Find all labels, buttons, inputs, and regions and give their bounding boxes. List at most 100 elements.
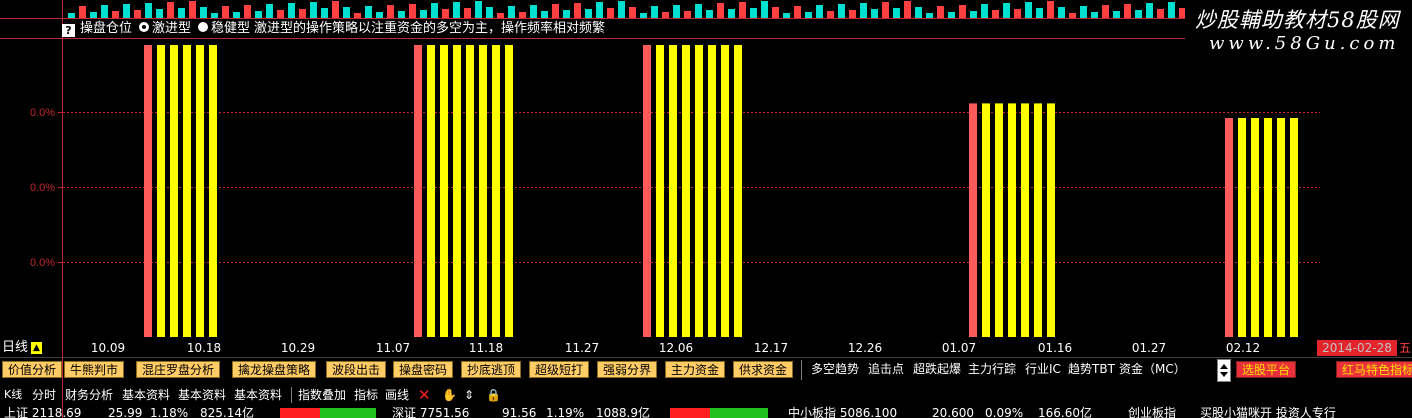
- upper-pane-bar: [178, 8, 185, 19]
- upper-pane-bar: [398, 11, 405, 19]
- bar-yellow: [1008, 103, 1016, 338]
- btn-band-attack[interactable]: 波段出击: [326, 361, 387, 378]
- upper-pane-bar: [750, 8, 757, 19]
- status-sh-index[interactable]: 上证 2118.69: [4, 406, 81, 418]
- link-trend-tbt[interactable]: 趋势TBT: [1068, 361, 1115, 378]
- btn-strength-divide[interactable]: 强弱分界: [597, 361, 658, 378]
- upper-pane-bar: [123, 4, 130, 19]
- upper-pane-bar: [849, 10, 856, 19]
- btn-super-short[interactable]: 超级短打: [529, 361, 590, 378]
- upper-pane-bar: [1135, 10, 1142, 19]
- market-status-bar: 上证 2118.69 25.99 1.18% 825.14亿 深证 7751.5…: [0, 406, 1412, 418]
- tab-profile-3[interactable]: 基本资料: [234, 384, 282, 406]
- upper-pane-bar: [871, 9, 878, 19]
- tab-intraday[interactable]: 分时: [32, 384, 56, 406]
- upper-pane-bar: [893, 8, 900, 19]
- close-icon[interactable]: ✕: [418, 384, 431, 406]
- upper-pane-bar: [695, 4, 702, 19]
- tab-profile-2[interactable]: 基本资料: [178, 384, 226, 406]
- upper-pane-bar: [1179, 8, 1185, 19]
- hand-icon[interactable]: ✋: [442, 384, 457, 406]
- status-sz-change: 91.56: [502, 406, 537, 418]
- upper-pane-bar: [728, 9, 735, 19]
- tab-finance[interactable]: 财务分析: [65, 384, 113, 406]
- tab-kline[interactable]: K线: [4, 384, 22, 406]
- upper-pane-bar: [1025, 2, 1032, 19]
- upper-pane-bars: [0, 1, 1185, 19]
- help-icon[interactable]: ?: [62, 24, 75, 37]
- upper-pane-bar: [299, 9, 306, 19]
- indicator-description: 激进型的操作策略以注重资金的多空为主，操作频率相对频繁: [254, 21, 606, 36]
- tool-indicator[interactable]: 指标: [354, 384, 378, 406]
- status-sme-index[interactable]: 中小板指 5086.100: [788, 406, 897, 418]
- y-tick-label: 0.0%: [30, 107, 55, 119]
- upper-pane-bar: [651, 6, 658, 19]
- x-tick-label: 11.18: [468, 341, 504, 355]
- upper-pane-bar: [90, 12, 97, 19]
- status-gem-index[interactable]: 创业板指: [1128, 406, 1176, 418]
- bar-yellow: [157, 45, 165, 337]
- toolbar-scroll-icon[interactable]: [1217, 359, 1231, 382]
- x-tick-label: 01.07: [941, 341, 977, 355]
- upper-pane-bar: [1014, 9, 1021, 19]
- btn-compass-analysis[interactable]: 混庄罗盘分析: [136, 361, 221, 378]
- btn-bull-bear[interactable]: 牛熊判市: [64, 361, 125, 378]
- x-tick-label: 01.16: [1037, 341, 1073, 355]
- link-chase-point[interactable]: 追击点: [868, 361, 904, 378]
- upper-pane-bar: [266, 4, 273, 19]
- upper-pane-bar: [200, 7, 207, 19]
- link-long-short-trend[interactable]: 多空趋势: [811, 361, 859, 378]
- upper-pane-bar: [915, 7, 922, 19]
- link-funds-mc[interactable]: 资金（MC）: [1119, 361, 1186, 378]
- status-sz-index[interactable]: 深证 7751.56: [392, 406, 469, 418]
- upper-pane-bar: [134, 10, 141, 19]
- bar-red: [969, 103, 977, 338]
- link-industry-ic[interactable]: 行业IC: [1025, 361, 1061, 378]
- upper-pane-bar: [937, 6, 944, 19]
- upper-pane-bar: [574, 3, 581, 19]
- x-tick-label: 12.17: [753, 341, 789, 355]
- upper-pane-bar: [79, 6, 86, 19]
- radio-aggressive-icon[interactable]: [138, 21, 151, 33]
- bar-yellow: [479, 45, 487, 337]
- radio-stable-label[interactable]: 稳健型: [211, 21, 250, 36]
- bar-yellow: [1047, 103, 1055, 338]
- btn-stock-picker[interactable]: 选股平台: [1236, 361, 1297, 378]
- upper-pane-bar: [662, 12, 669, 19]
- position-bar-chart[interactable]: 0.0% 0.0% 0.0%: [0, 39, 1320, 339]
- upper-pane-bar: [1146, 3, 1153, 19]
- radio-aggressive-label[interactable]: 激进型: [152, 21, 191, 36]
- btn-value-analysis[interactable]: 价值分析: [2, 361, 63, 378]
- link-oversold-burst[interactable]: 超跌起爆: [913, 361, 961, 378]
- upper-pane-bar: [1113, 11, 1120, 19]
- period-label[interactable]: 日线: [2, 339, 28, 357]
- upper-pane-bar: [442, 9, 449, 19]
- btn-dragon-strategy[interactable]: 擒龙操盘策略: [232, 361, 317, 378]
- bar-yellow: [1238, 118, 1246, 337]
- btn-supply-funds[interactable]: 供求资金: [733, 361, 794, 378]
- upper-pane-bar: [244, 5, 251, 19]
- bar-yellow: [995, 103, 1003, 338]
- period-toggle-icon[interactable]: ▲: [31, 342, 42, 354]
- status-sme-pct: 0.09%: [985, 406, 1024, 418]
- upper-pane-bar: [453, 2, 460, 19]
- lock-icon[interactable]: 🔒: [486, 384, 501, 406]
- btn-special-indicators[interactable]: 红马特色指标▲: [1336, 361, 1412, 378]
- btn-trading-code[interactable]: 操盘密码: [393, 361, 454, 378]
- bar-yellow: [427, 45, 435, 337]
- btn-main-funds[interactable]: 主力资金: [665, 361, 726, 378]
- upper-pane-bar: [167, 2, 174, 19]
- btn-bottom-top[interactable]: 抄底逃顶: [461, 361, 522, 378]
- upper-pane-bar: [552, 4, 559, 19]
- radio-stable-icon[interactable]: [197, 21, 210, 33]
- upper-pane-bar: [618, 1, 625, 19]
- upper-pane-bar: [255, 11, 262, 19]
- upper-pane-bar: [1168, 2, 1175, 19]
- bar-yellow: [1021, 103, 1029, 338]
- tab-profile-1[interactable]: 基本资料: [122, 384, 170, 406]
- vertical-move-icon[interactable]: ⇕: [464, 384, 474, 406]
- tool-draw-line[interactable]: 画线: [385, 384, 409, 406]
- link-main-trace[interactable]: 主力行踪: [968, 361, 1016, 378]
- upper-pane-bar: [541, 11, 548, 19]
- tool-index-overlay[interactable]: 指数叠加: [298, 384, 346, 406]
